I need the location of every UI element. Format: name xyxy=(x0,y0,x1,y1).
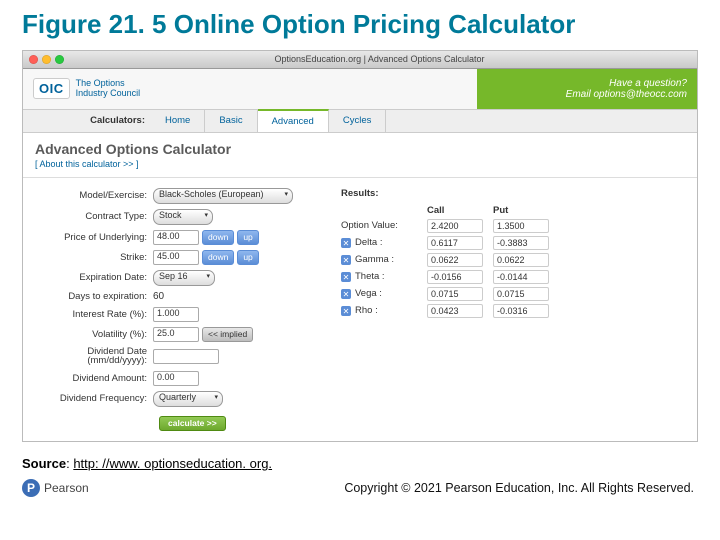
result-call: -0.0156 xyxy=(427,270,483,284)
col-put: Put xyxy=(493,205,559,216)
price-down-button[interactable]: down xyxy=(202,230,234,245)
tab-cycles[interactable]: Cycles xyxy=(329,110,387,132)
source-link[interactable]: http: //www. optionseducation. org. xyxy=(73,456,272,471)
slide-title: Figure 21. 5 Online Option Pricing Calcu… xyxy=(22,10,698,40)
brand-bar: OIC The Options Industry Council xyxy=(23,69,477,109)
greek-toggle[interactable]: ✕ xyxy=(341,255,351,265)
source-line: Source: http: //www. optionseducation. o… xyxy=(22,456,698,471)
result-call: 0.0715 xyxy=(427,287,483,301)
expiration-select[interactable]: Sep 16 xyxy=(153,270,215,286)
strike-input[interactable]: 45.00 xyxy=(153,250,199,265)
pearson-logo: P Pearson xyxy=(22,479,89,497)
results-panel: Results: Call Put Option Value: 2.4200 1.3… xyxy=(341,188,685,431)
contract-type-label: Contract Type: xyxy=(35,211,153,222)
result-put: -0.0316 xyxy=(493,304,549,318)
tab-advanced[interactable]: Advanced xyxy=(258,109,329,132)
result-name: Option Value: xyxy=(341,220,398,231)
screenshot-figure: OptionsEducation.org | Advanced Options … xyxy=(22,50,698,442)
strike-label: Strike: xyxy=(35,252,153,263)
days-value: 60 xyxy=(153,291,164,302)
about-link[interactable]: [ About this calculator >> ] xyxy=(23,159,697,178)
copyright: Copyright © 2021 Pearson Education, Inc.… xyxy=(344,481,694,495)
volatility-label: Volatility (%): xyxy=(35,329,153,340)
dividend-frequency-label: Dividend Frequency: xyxy=(35,393,153,404)
volatility-input[interactable]: 25.0 xyxy=(153,327,199,342)
input-form: Model/Exercise:Black-Scholes (European) … xyxy=(35,188,315,431)
model-label: Model/Exercise: xyxy=(35,190,153,201)
rate-input[interactable]: 1.000 xyxy=(153,307,199,322)
contact-email: Email options@theocc.com xyxy=(566,89,687,100)
contact-banner: Have a question? Email options@theocc.co… xyxy=(477,69,697,109)
pearson-icon: P xyxy=(22,479,40,497)
result-call: 0.6117 xyxy=(427,236,483,250)
greek-toggle[interactable]: ✕ xyxy=(341,238,351,248)
results-label: Results: xyxy=(341,188,685,199)
oic-logo: OIC xyxy=(33,78,70,99)
price-input[interactable]: 48.00 xyxy=(153,230,199,245)
implied-button[interactable]: << implied xyxy=(202,327,253,342)
result-call: 0.0622 xyxy=(427,253,483,267)
dividend-amount-label: Dividend Amount: xyxy=(35,373,153,384)
result-name: Rho : xyxy=(355,305,378,316)
greek-toggle[interactable]: ✕ xyxy=(341,306,351,316)
col-call: Call xyxy=(427,205,493,216)
result-put: 0.0622 xyxy=(493,253,549,267)
days-label: Days to expiration: xyxy=(35,291,153,302)
zoom-icon xyxy=(55,55,64,64)
greek-toggle[interactable]: ✕ xyxy=(341,289,351,299)
result-call: 0.0423 xyxy=(427,304,483,318)
result-name: Delta : xyxy=(355,237,382,248)
tab-basic[interactable]: Basic xyxy=(205,110,257,132)
pearson-text: Pearson xyxy=(44,481,89,495)
strike-up-button[interactable]: up xyxy=(237,250,258,265)
dividend-amount-input[interactable]: 0.00 xyxy=(153,371,199,386)
tabs-label: Calculators: xyxy=(33,110,151,132)
result-put: 0.0715 xyxy=(493,287,549,301)
calculate-button[interactable]: calculate >> xyxy=(159,416,226,431)
tab-home[interactable]: Home xyxy=(151,110,205,132)
close-icon xyxy=(29,55,38,64)
result-name: Gamma : xyxy=(355,254,394,265)
window-title: OptionsEducation.org | Advanced Options … xyxy=(68,54,691,64)
calculator-tabs: Calculators: Home Basic Advanced Cycles xyxy=(23,109,697,133)
model-select[interactable]: Black-Scholes (European) xyxy=(153,188,293,204)
dividend-date-input[interactable] xyxy=(153,349,219,364)
result-call: 2.4200 xyxy=(427,219,483,233)
expiration-label: Expiration Date: xyxy=(35,272,153,283)
contract-type-select[interactable]: Stock xyxy=(153,209,213,225)
result-put: 1.3500 xyxy=(493,219,549,233)
window-titlebar: OptionsEducation.org | Advanced Options … xyxy=(23,51,697,69)
dividend-frequency-select[interactable]: Quarterly xyxy=(153,391,223,407)
dividend-date-label: Dividend Date (mm/dd/yyyy): xyxy=(35,347,153,366)
price-label: Price of Underlying: xyxy=(35,232,153,243)
greek-toggle[interactable]: ✕ xyxy=(341,272,351,282)
result-put: -0.0144 xyxy=(493,270,549,284)
price-up-button[interactable]: up xyxy=(237,230,258,245)
source-label: Source xyxy=(22,456,66,471)
minimize-icon xyxy=(42,55,51,64)
rate-label: Interest Rate (%): xyxy=(35,309,153,320)
result-name: Vega : xyxy=(355,288,382,299)
brand-tagline: Industry Council xyxy=(76,89,141,99)
result-name: Theta : xyxy=(355,271,385,282)
calculator-heading: Advanced Options Calculator xyxy=(23,133,697,159)
strike-down-button[interactable]: down xyxy=(202,250,234,265)
contact-question: Have a question? xyxy=(609,78,687,89)
result-put: -0.3883 xyxy=(493,236,549,250)
